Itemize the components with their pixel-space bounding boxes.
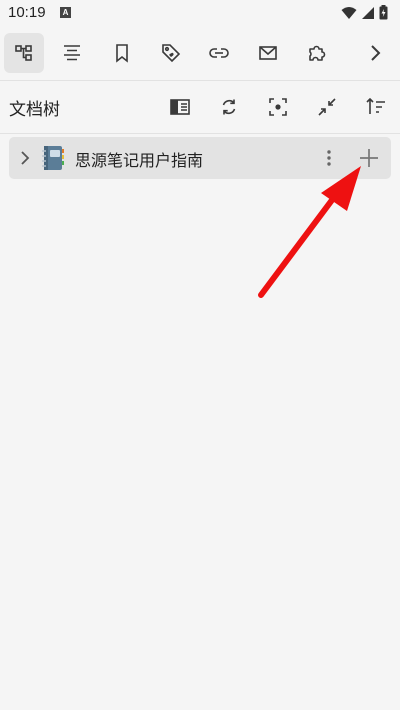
status-bar: 10:19 A bbox=[0, 0, 400, 28]
bookmark-icon bbox=[116, 44, 128, 63]
header-divider bbox=[0, 133, 400, 134]
collapse-button[interactable] bbox=[313, 93, 341, 121]
expand-arrow-icon[interactable] bbox=[17, 150, 33, 166]
collapse-icon bbox=[318, 98, 336, 116]
tag-tab[interactable] bbox=[151, 33, 191, 73]
wifi-icon bbox=[341, 6, 357, 19]
tree-item-notebook[interactable]: 思源笔记用户指南 bbox=[9, 137, 391, 179]
status-icons bbox=[341, 5, 388, 20]
outline-tab[interactable] bbox=[52, 33, 92, 73]
outline-icon bbox=[64, 45, 80, 61]
tag-icon bbox=[162, 44, 181, 63]
bookmark-tab[interactable] bbox=[102, 33, 142, 73]
focus-button[interactable] bbox=[264, 93, 292, 121]
panel-title: 文档树 bbox=[9, 100, 60, 120]
file-tree-icon bbox=[15, 45, 32, 61]
toggle-panel-button[interactable] bbox=[166, 93, 194, 121]
signal-icon bbox=[362, 6, 374, 19]
backlink-icon bbox=[209, 48, 229, 58]
sort-button[interactable] bbox=[362, 93, 390, 121]
battery-icon bbox=[379, 5, 388, 20]
inbox-tab[interactable] bbox=[248, 33, 288, 73]
status-time: 10:19 bbox=[8, 4, 46, 21]
more-vertical-icon[interactable] bbox=[319, 148, 339, 168]
more-tabs-button[interactable] bbox=[355, 33, 395, 73]
backlink-tab[interactable] bbox=[199, 33, 239, 73]
sort-icon bbox=[366, 97, 385, 114]
dock-toolbar bbox=[0, 28, 400, 80]
screen: 10:19 A 文档树 思源笔记用户指南 bbox=[0, 0, 400, 710]
chevron-right-icon bbox=[371, 45, 381, 61]
file-tree-tab[interactable] bbox=[4, 33, 44, 73]
focus-icon bbox=[269, 98, 287, 116]
toggle-panel-icon bbox=[170, 99, 190, 115]
tree-item-label: 思源笔记用户指南 bbox=[75, 151, 204, 170]
inbox-icon bbox=[259, 46, 277, 60]
add-document-icon[interactable] bbox=[357, 146, 381, 170]
refresh-button[interactable] bbox=[215, 93, 243, 121]
notification-a-icon: A bbox=[60, 7, 71, 18]
notebook-icon bbox=[42, 146, 64, 170]
plugin-tab[interactable] bbox=[297, 33, 337, 73]
file-tree-header: 文档树 bbox=[0, 81, 400, 133]
refresh-icon bbox=[222, 99, 236, 115]
plugin-icon bbox=[309, 45, 326, 61]
